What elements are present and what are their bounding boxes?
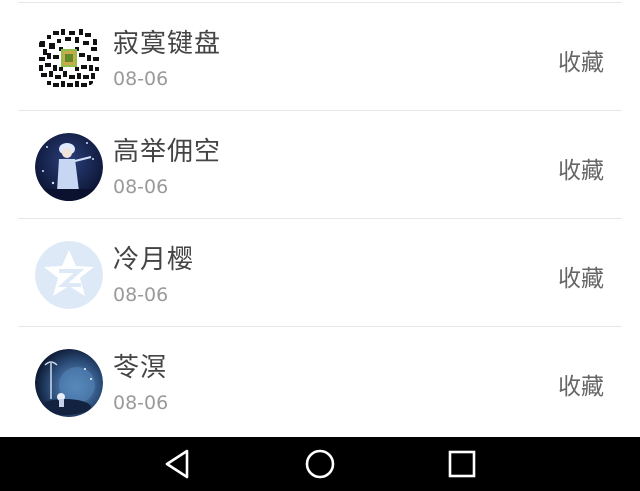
qzone-logo-avatar[interactable]	[35, 241, 103, 309]
contact-name: 苓溟	[113, 353, 168, 383]
night-scene-avatar[interactable]	[35, 349, 103, 417]
favorite-button[interactable]: 收藏	[558, 367, 604, 401]
contact-name: 高举佣空	[113, 137, 222, 167]
list-item[interactable]: 高举佣空 08-06 收藏	[0, 111, 640, 219]
contact-list[interactable]: 寂寞键盘 08-06 收藏 高举佣空 08-06 收藏 冷月樱 08-06 收藏…	[0, 0, 640, 437]
screen: 寂寞键盘 08-06 收藏 高举佣空 08-06 收藏 冷月樱 08-06 收藏…	[0, 0, 640, 491]
android-navigation-bar	[0, 437, 640, 491]
favorite-button[interactable]: 收藏	[558, 43, 604, 77]
favorite-button[interactable]: 收藏	[558, 151, 604, 185]
contact-name: 寂寞键盘	[113, 29, 222, 59]
contact-date: 08-06	[113, 176, 169, 198]
list-item[interactable]: 苓溟 08-06 收藏	[0, 327, 640, 435]
contact-date: 08-06	[113, 392, 169, 414]
home-circle-icon[interactable]	[300, 445, 340, 483]
contact-name: 冷月樱	[113, 245, 195, 275]
list-item[interactable]: 冷月樱 08-06 收藏	[0, 219, 640, 327]
recents-square-icon[interactable]	[442, 445, 482, 483]
anime-girl-avatar[interactable]	[35, 133, 103, 201]
back-triangle-icon[interactable]	[158, 445, 198, 483]
qr-code-avatar[interactable]	[35, 25, 103, 93]
list-item[interactable]: 寂寞键盘 08-06 收藏	[0, 3, 640, 111]
favorite-button[interactable]: 收藏	[558, 259, 604, 293]
contact-date: 08-06	[113, 68, 169, 90]
contact-date: 08-06	[113, 284, 169, 306]
